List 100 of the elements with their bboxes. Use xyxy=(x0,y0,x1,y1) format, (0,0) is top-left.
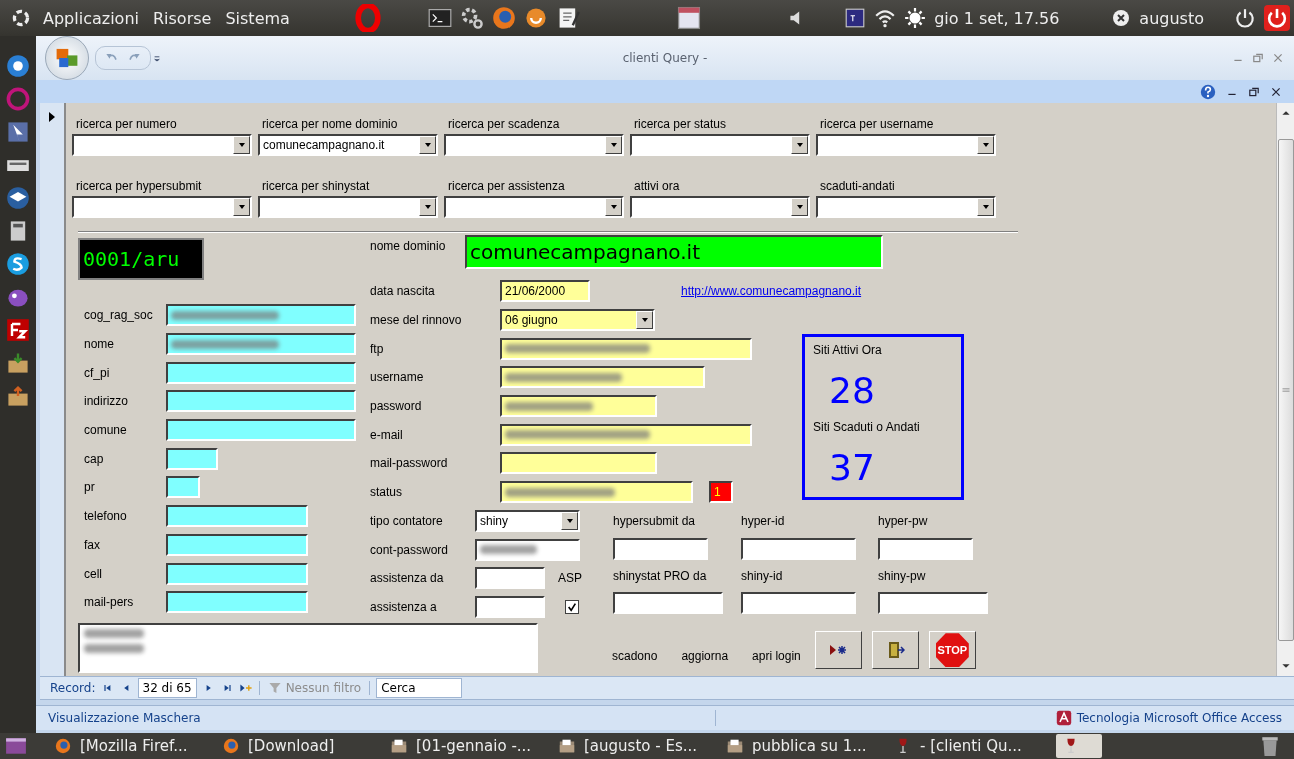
text-field[interactable]: 21/06/2000 xyxy=(500,280,590,303)
taskbar-item[interactable]: [01-gennaio -... xyxy=(384,734,549,758)
taskbar-item[interactable]: [augusto - Es... xyxy=(552,734,717,758)
dropdown-button[interactable] xyxy=(605,136,622,154)
text-field[interactable]: comunecampagnano.it xyxy=(465,235,883,269)
dropdown-button[interactable] xyxy=(636,311,653,330)
scrollbar-thumb[interactable] xyxy=(1277,138,1294,641)
text-field[interactable] xyxy=(741,591,856,614)
show-desktop-icon[interactable] xyxy=(4,735,28,757)
sun-icon[interactable] xyxy=(904,7,927,29)
firefox-icon[interactable] xyxy=(491,6,516,30)
office-button[interactable] xyxy=(45,36,89,80)
dropdown-field[interactable]: comunecampagnano.it xyxy=(258,134,438,156)
dropdown-button[interactable] xyxy=(977,198,994,216)
dropdown-button[interactable] xyxy=(977,136,994,154)
checkbox[interactable] xyxy=(565,599,579,614)
text-field[interactable] xyxy=(166,591,308,614)
dropdown-field[interactable] xyxy=(258,196,438,218)
text-field[interactable] xyxy=(878,537,973,560)
text-field[interactable] xyxy=(475,595,545,618)
clock[interactable]: gio 1 set, 17.56 xyxy=(934,8,1060,28)
text-field[interactable] xyxy=(878,591,988,614)
dropdown-button[interactable] xyxy=(233,136,250,154)
field-label: data nascita xyxy=(370,284,436,299)
dropdown-button[interactable] xyxy=(791,136,808,154)
dropdown-button[interactable] xyxy=(419,198,436,216)
text-field[interactable] xyxy=(500,395,657,418)
gears-icon[interactable] xyxy=(459,6,484,30)
dropdown-field[interactable] xyxy=(630,134,810,156)
dropdown-field[interactable] xyxy=(72,134,252,156)
shutdown-icon[interactable] xyxy=(1264,5,1290,31)
exit-button[interactable] xyxy=(871,631,919,670)
box-download-icon[interactable] xyxy=(6,351,30,375)
terminal-icon[interactable] xyxy=(427,6,452,30)
user-name[interactable]: augusto xyxy=(1139,8,1204,28)
text-field[interactable] xyxy=(500,423,752,446)
taskbar-item[interactable]: [Mozilla Firef... xyxy=(48,734,213,758)
globe-icon[interactable] xyxy=(6,54,30,78)
taskbar-item[interactable]: - [clienti Qu... xyxy=(888,734,1053,758)
text-field[interactable] xyxy=(613,591,723,614)
record-position-field[interactable]: 32 di 65 xyxy=(137,678,197,698)
text-field[interactable] xyxy=(166,304,356,327)
text-field[interactable] xyxy=(475,567,545,590)
taskbar-item[interactable]: [Download] xyxy=(216,734,381,758)
text-field[interactable] xyxy=(166,419,356,442)
opera-icon[interactable] xyxy=(353,4,382,32)
search-field[interactable]: Cerca xyxy=(376,678,463,698)
dropdown-button[interactable] xyxy=(791,198,808,216)
menu-item[interactable]: Risorse xyxy=(149,8,215,28)
notes-field[interactable] xyxy=(78,623,538,674)
dropdown-field[interactable] xyxy=(444,196,624,218)
chat-s-icon[interactable] xyxy=(6,252,30,276)
stop-button[interactable]: STOP xyxy=(928,631,976,670)
taskbar-item[interactable] xyxy=(1056,734,1102,758)
text-field[interactable] xyxy=(166,476,200,499)
new-record-button[interactable] xyxy=(814,631,862,670)
gear-icon[interactable] xyxy=(10,7,32,29)
wifi-icon[interactable] xyxy=(874,7,897,29)
box-upload-icon[interactable] xyxy=(6,384,30,408)
text-field[interactable] xyxy=(166,533,308,556)
dropdown-field[interactable] xyxy=(72,196,252,218)
dropdown-field[interactable] xyxy=(816,134,996,156)
text-field[interactable] xyxy=(500,481,693,504)
field-label: indirizzo xyxy=(83,394,129,409)
dropdown-field[interactable] xyxy=(630,196,810,218)
text-field[interactable] xyxy=(166,333,356,356)
dropdown-button[interactable] xyxy=(419,136,436,154)
close-icon[interactable] xyxy=(1270,85,1282,98)
dropdown-button[interactable] xyxy=(561,511,578,530)
dropdown-field[interactable]: shiny xyxy=(475,509,580,532)
dropdown-button[interactable] xyxy=(233,198,250,216)
text-field[interactable] xyxy=(613,537,708,560)
restore-icon[interactable] xyxy=(1248,85,1260,98)
dropdown-button[interactable] xyxy=(605,198,622,216)
dropdown-field[interactable] xyxy=(444,134,624,156)
cap-icon[interactable] xyxy=(6,186,30,210)
text-field[interactable] xyxy=(500,366,705,389)
text-field[interactable] xyxy=(166,361,356,384)
text-field[interactable] xyxy=(500,452,657,475)
text-field[interactable] xyxy=(475,538,580,561)
taskbar-item[interactable]: pubblica su 1... xyxy=(720,734,885,758)
trash-icon[interactable] xyxy=(1259,735,1281,757)
dropdown-field[interactable] xyxy=(816,196,996,218)
text-field[interactable] xyxy=(166,390,356,413)
window-app-icon[interactable] xyxy=(675,5,702,31)
website-link[interactable]: http://www.comunecampagnano.it xyxy=(681,284,862,299)
cursor-icon[interactable] xyxy=(6,120,30,144)
text-field[interactable] xyxy=(166,505,308,528)
power-icon[interactable] xyxy=(1234,7,1256,29)
tv-icon[interactable] xyxy=(844,7,867,29)
user-status-icon[interactable] xyxy=(1111,8,1132,28)
fz-icon[interactable] xyxy=(6,318,30,342)
dropdown-field[interactable]: 06 giugno xyxy=(500,309,655,332)
text-field[interactable] xyxy=(166,562,308,585)
text-field[interactable] xyxy=(166,447,218,470)
menu-item[interactable]: Applicazioni xyxy=(40,8,142,28)
menu-item[interactable]: Sistema xyxy=(222,8,293,28)
text-field[interactable] xyxy=(500,337,752,360)
text-field[interactable] xyxy=(741,537,856,560)
help-icon[interactable] xyxy=(1200,83,1216,100)
